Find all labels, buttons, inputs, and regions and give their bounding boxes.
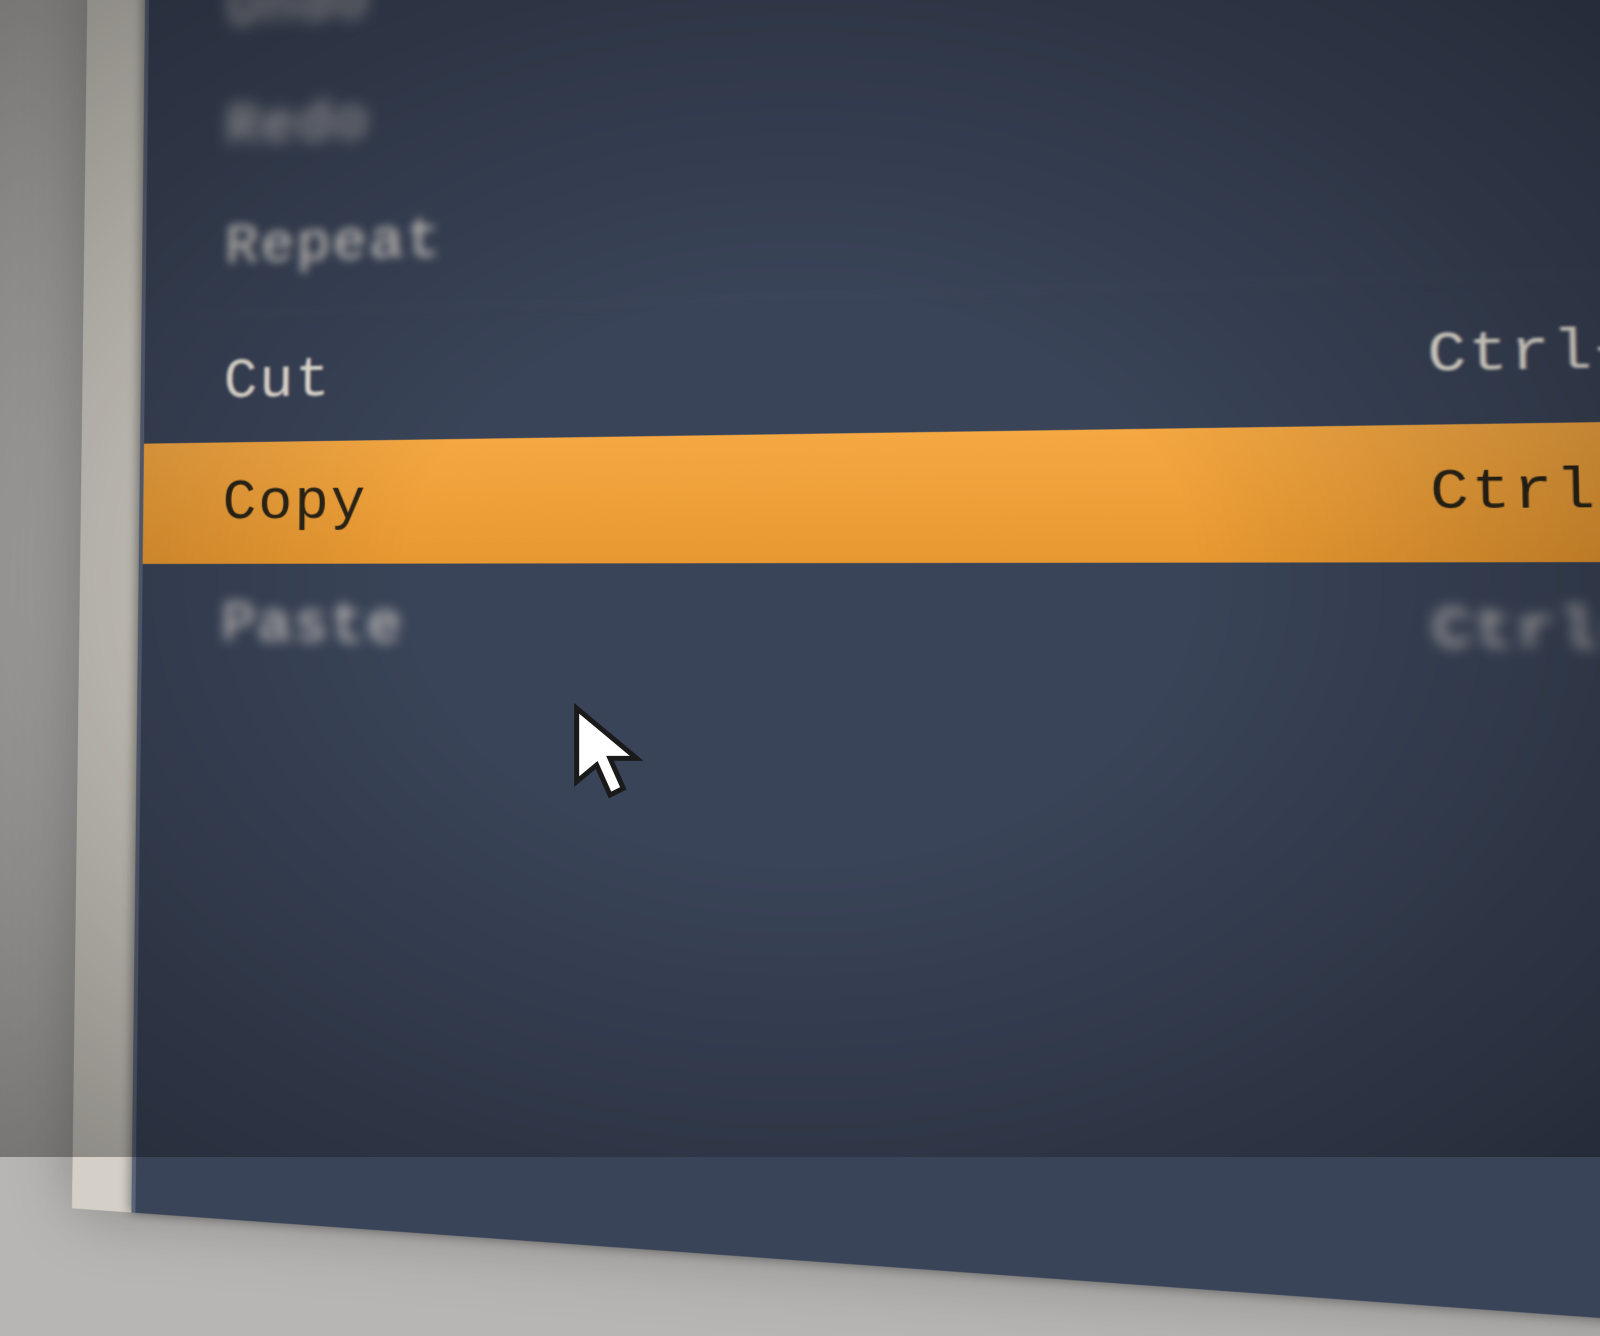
menu-item-label: Copy [222,469,367,535]
menu-item-label: Repeat [225,207,443,280]
context-menu: Undo Redo Repeat Cut Ctrl+X Copy Ctrl+C … [131,0,1600,1332]
menu-item-shortcut: Ctrl+V [1432,599,1600,667]
menu-item-label: Paste [221,592,404,659]
menu-item-copy[interactable]: Copy Ctrl+C [143,420,1600,564]
menu-item-label: Redo [226,89,370,160]
menu-item-shortcut: Ctrl+X [1427,317,1600,388]
menu-item-shortcut: Ctrl+C [1430,458,1600,526]
screen-surface: Undo Redo Repeat Cut Ctrl+X Copy Ctrl+C … [72,0,1600,1336]
menu-item-label: Cut [223,347,331,414]
menu-item-label: Undo [227,0,371,41]
menu-item-paste[interactable]: Paste Ctrl+V [141,562,1600,705]
